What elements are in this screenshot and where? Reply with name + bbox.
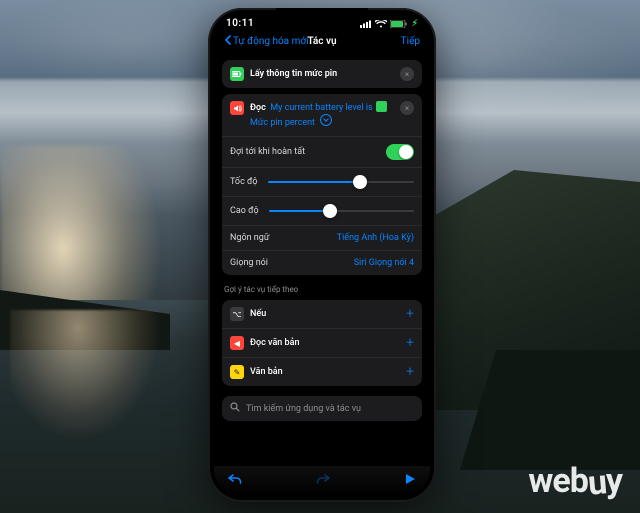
remove-speak-action-button[interactable]: ×	[400, 101, 414, 115]
bottom-toolbar	[214, 466, 430, 496]
voice-row[interactable]: Giọng nói Siri Giọng nói 4	[222, 250, 422, 275]
watermark: webuy	[528, 461, 622, 501]
language-label: Ngôn ngữ	[230, 233, 269, 243]
wait-toggle[interactable]	[386, 144, 414, 160]
suggestion-row[interactable]: ⌥ Nếu +	[222, 300, 422, 328]
suggestion-icon: ◀︎	[230, 336, 244, 350]
search-field[interactable]: Tìm kiếm ứng dụng và tác vụ	[222, 396, 422, 421]
rate-row: Tốc độ	[222, 167, 422, 196]
battery-action-icon	[230, 67, 244, 81]
rate-label: Tốc độ	[230, 177, 258, 187]
undo-button[interactable]	[228, 473, 242, 489]
language-row[interactable]: Ngôn ngữ Tiếng Anh (Hoa Kỳ)	[222, 225, 422, 250]
page-title: Tác vụ	[307, 36, 336, 47]
wifi-icon	[375, 20, 387, 28]
status-time: 10:11	[226, 18, 254, 29]
wait-until-done-row: Đợi tới khi hoàn tất	[222, 136, 422, 167]
search-placeholder: Tìm kiếm ứng dụng và tác vụ	[246, 404, 361, 414]
remove-battery-action-button[interactable]: ×	[400, 67, 414, 81]
redo-button[interactable]	[316, 473, 330, 489]
suggestion-row[interactable]: ✎ Văn bản +	[222, 357, 422, 386]
add-suggestion-button[interactable]: +	[406, 365, 414, 379]
notch	[276, 8, 368, 24]
wallpaper-sun-reflection	[10, 310, 180, 490]
suggestion-label: Đọc văn bản	[250, 338, 400, 348]
voice-label: Giọng nói	[230, 258, 268, 268]
suggestions-heading: Gợi ý tác vụ tiếp theo	[224, 285, 420, 294]
action-speak-card: Đọc My current battery level is Mức pin …	[222, 94, 422, 275]
suggestion-icon: ✎	[230, 365, 244, 379]
screen: 10:11 ⚡︎ Tự động hóa mới	[214, 14, 430, 496]
chevron-left-icon	[224, 35, 231, 48]
expand-options-icon[interactable]	[320, 114, 332, 126]
speak-action-icon	[230, 101, 244, 115]
nav-bar: Tự động hóa mới Tác vụ Tiếp	[214, 31, 430, 54]
iphone-frame: 10:11 ⚡︎ Tự động hóa mới	[208, 8, 436, 502]
suggestion-label: Nếu	[250, 309, 400, 319]
suggestion-label: Văn bản	[250, 367, 400, 377]
add-suggestion-button[interactable]: +	[406, 336, 414, 350]
battery-variable-icon	[376, 101, 387, 112]
speak-text-token[interactable]: My current battery level is Mức pin perc…	[250, 103, 388, 128]
battery-action-label: Lấy thông tin mức pin	[250, 69, 394, 79]
pitch-row: Cao độ	[222, 196, 422, 225]
suggestions-card: ⌥ Nếu + ◀︎ Đọc văn bản + ✎ Văn bản +	[222, 300, 422, 386]
suggestion-icon: ⌥	[230, 307, 244, 321]
back-button[interactable]: Tự động hóa mới	[224, 35, 309, 48]
speak-action-label: Đọc	[250, 103, 266, 113]
suggestion-row[interactable]: ◀︎ Đọc văn bản +	[222, 328, 422, 357]
add-suggestion-button[interactable]: +	[406, 307, 414, 321]
charging-icon: ⚡︎	[412, 19, 418, 29]
speak-header[interactable]: Đọc My current battery level is Mức pin …	[222, 94, 422, 136]
battery-icon	[390, 20, 408, 28]
next-button[interactable]: Tiếp	[401, 36, 420, 47]
pitch-slider[interactable]	[269, 204, 414, 218]
back-label: Tự động hóa mới	[233, 36, 309, 47]
action-battery-card[interactable]: Lấy thông tin mức pin ×	[222, 60, 422, 88]
search-icon	[230, 402, 240, 415]
wait-label: Đợi tới khi hoàn tất	[230, 147, 305, 157]
voice-value: Siri Giọng nói 4	[354, 258, 414, 268]
run-button[interactable]	[404, 473, 416, 489]
rate-slider[interactable]	[268, 175, 414, 189]
pitch-label: Cao độ	[230, 206, 259, 216]
language-value: Tiếng Anh (Hoa Kỳ)	[337, 233, 414, 243]
